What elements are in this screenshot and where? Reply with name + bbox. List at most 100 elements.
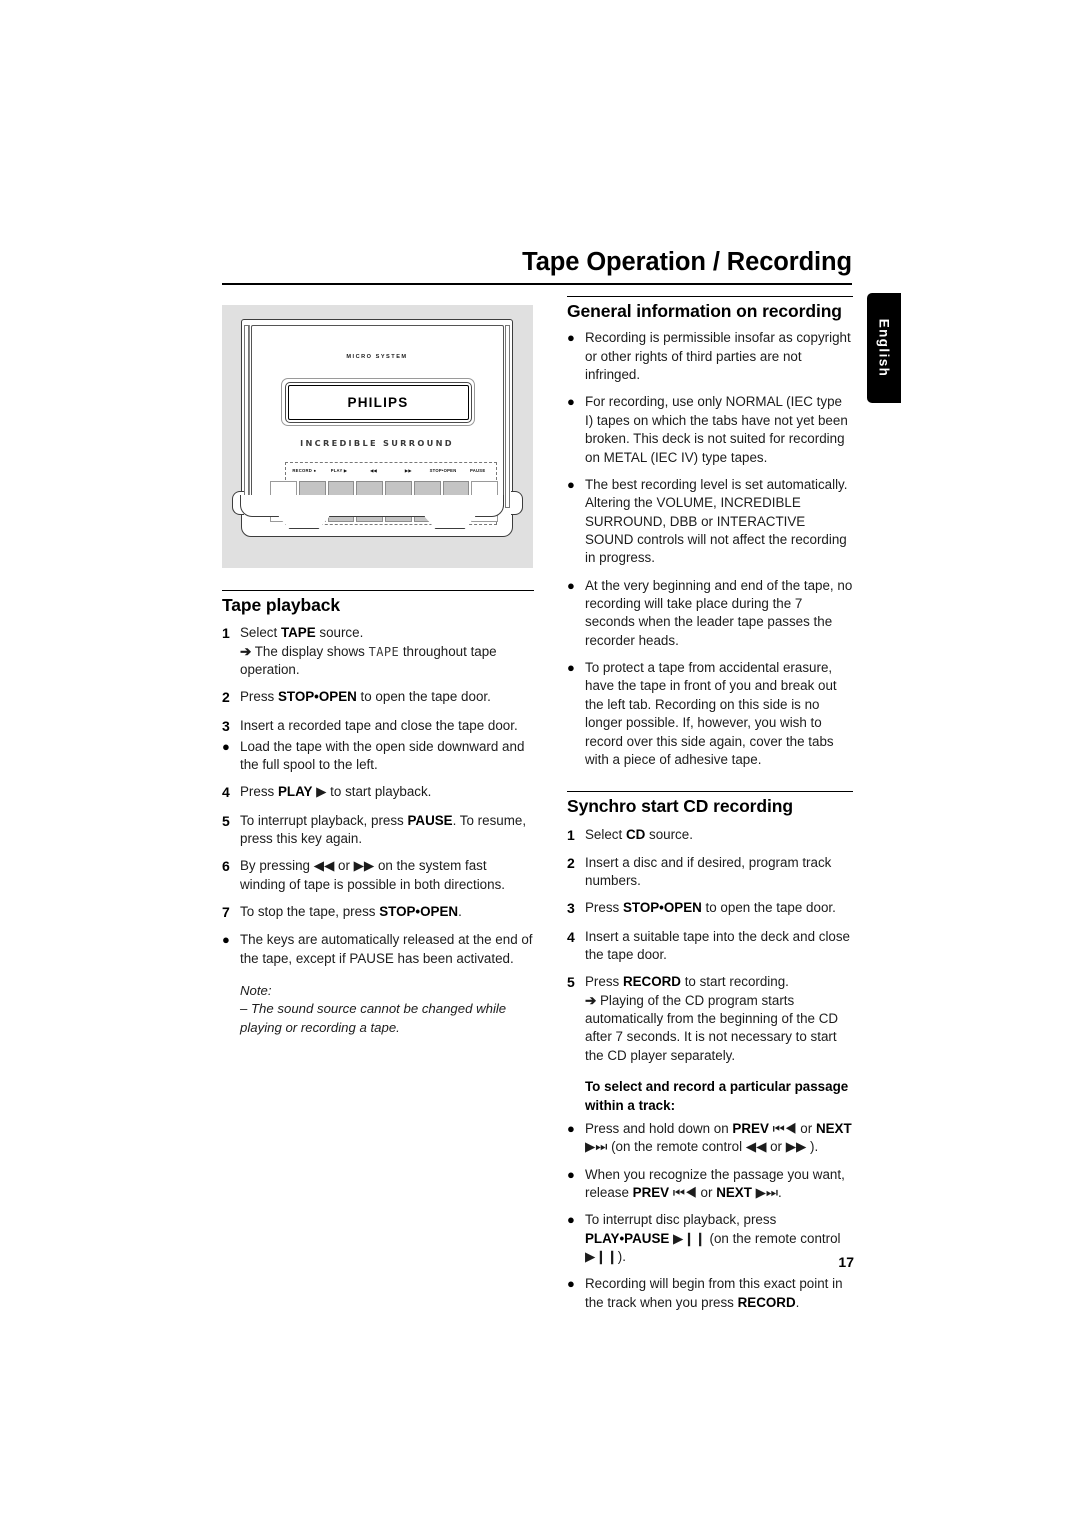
bullet-marker: ● bbox=[567, 1166, 575, 1182]
arrow-icon: ➔ bbox=[240, 643, 252, 659]
step-number: 2 bbox=[567, 854, 575, 871]
arrow-icon: ➔ bbox=[585, 992, 597, 1008]
list-item-text: Load the tape with the open side downwar… bbox=[240, 738, 534, 775]
display-screen: PHILIPS bbox=[287, 384, 469, 420]
result-text: Playing of the CD program starts automat… bbox=[585, 992, 839, 1063]
list-item-text: Insert a recorded tape and close the tap… bbox=[240, 717, 534, 736]
plain-text: Press bbox=[585, 900, 623, 916]
emphasis-text: STOP•OPEN bbox=[277, 689, 357, 705]
section-divider bbox=[567, 791, 853, 793]
emphasis-text: PREV bbox=[632, 1184, 670, 1200]
list-item: 1 Select CD source. bbox=[567, 826, 853, 845]
button-label-pause: PAUSE bbox=[470, 468, 486, 473]
bullet-marker: ● bbox=[567, 577, 575, 593]
list-item: ● Recording is permissible insofar as cop… bbox=[567, 329, 853, 384]
left-column: MICRO SYSTEM PHILIPS INCREDIBLE SURROUND… bbox=[222, 300, 534, 1037]
list-item-text: Insert a disc and if desired, program tr… bbox=[585, 854, 853, 891]
page-number: 17 bbox=[838, 1254, 854, 1270]
step-number: 2 bbox=[222, 689, 230, 706]
list-item-text: By pressing ◀◀ or ▶▶ on the system fast … bbox=[240, 857, 534, 894]
emphasis-text: NEXT bbox=[716, 1184, 752, 1200]
list-item: ● When you recognize the passage you want… bbox=[567, 1166, 853, 1203]
plain-text: ⏮◀ or bbox=[768, 1120, 816, 1136]
plain-text: to open the tape door. bbox=[701, 900, 836, 916]
plain-text: . bbox=[458, 904, 462, 920]
plain-text: The best recording level is set automati… bbox=[585, 476, 848, 566]
list-item: 1 Select TAPE source. ➔ The display shows … bbox=[222, 624, 534, 679]
list-item-text: Press and hold down on PREV ⏮◀ or NEXT ▶… bbox=[585, 1120, 853, 1157]
section-tape-playback: Tape playback 1 Select TAPE source. ➔ The … bbox=[222, 590, 534, 1037]
language-tab: English bbox=[867, 293, 901, 403]
emphasis-text: PREV bbox=[732, 1120, 769, 1136]
list-item: 4 Press PLAY ▶ to start playback. bbox=[222, 783, 534, 802]
result-line: ➔ The display shows TAPE throughout tape… bbox=[240, 643, 534, 680]
plain-text: Recording is permissible insofar as copy… bbox=[585, 330, 851, 383]
result-line: ➔ Playing of the CD program starts autom… bbox=[585, 992, 853, 1065]
list-item: ● For recording, use only NORMAL (IEC typ… bbox=[567, 393, 853, 466]
step-number: 5 bbox=[222, 812, 230, 829]
step-number: 4 bbox=[567, 928, 575, 945]
button-label-rewind: ◀◀ bbox=[370, 468, 378, 473]
note-text: – The sound source cannot be changed whi… bbox=[240, 1001, 507, 1035]
list-item: ● The best recording level is set automat… bbox=[567, 476, 853, 568]
list-item: ● The keys are automatically released at … bbox=[222, 931, 534, 968]
list-item: 4 Insert a suitable tape into the deck an… bbox=[567, 928, 853, 965]
emphasis-text: CD bbox=[625, 826, 646, 842]
section-general-information: General information on recording ● Record… bbox=[567, 296, 853, 769]
section-synchro-recording: Synchro start CD recording 1 Select CD so… bbox=[567, 791, 853, 1312]
emphasis-text: PAUSE bbox=[407, 812, 453, 828]
plain-text: To stop the tape, press bbox=[240, 904, 380, 920]
step-number: 4 bbox=[222, 784, 230, 801]
emphasis-text: STOP•OPEN bbox=[622, 900, 702, 916]
brand-logo: PHILIPS bbox=[347, 394, 409, 410]
list-item-text: Press STOP•OPEN to open the tape door. bbox=[240, 688, 534, 707]
list-item-text: For recording, use only NORMAL (IEC type… bbox=[585, 393, 853, 466]
button-label-stop-open: STOP•OPEN bbox=[429, 468, 457, 473]
section-divider bbox=[222, 590, 534, 591]
list-item-text: To protect a tape from accidental erasur… bbox=[585, 659, 853, 769]
list-item: 5 To interrupt playback, press PAUSE. To … bbox=[222, 812, 534, 849]
step-number: 3 bbox=[222, 717, 230, 734]
title-divider bbox=[222, 283, 852, 286]
right-column: General information on recording ● Record… bbox=[567, 296, 853, 1321]
step-number: 1 bbox=[222, 625, 230, 642]
plain-text: Load the tape with the open side downwar… bbox=[240, 738, 525, 773]
synchro-steps: 1 Select CD source. 2 Insert a disc and if … bbox=[567, 826, 853, 1066]
unit-base-body bbox=[240, 495, 504, 517]
emphasis-text: RECORD bbox=[622, 974, 681, 990]
bullet-marker: ● bbox=[567, 330, 575, 346]
list-item: ● Recording will begin from this exact po… bbox=[567, 1275, 853, 1312]
section-heading-tape-playback: Tape playback bbox=[222, 595, 341, 615]
general-info-bullets: ● Recording is permissible insofar as cop… bbox=[567, 329, 853, 769]
plain-text: Press bbox=[240, 689, 278, 705]
unit-base bbox=[232, 491, 523, 529]
emphasis-text: TAPE bbox=[280, 625, 316, 641]
bullet-marker: ● bbox=[222, 932, 230, 948]
plain-text: source. bbox=[645, 826, 693, 842]
list-item: 5 Press RECORD to start recording. ➔ Playi… bbox=[567, 973, 853, 1065]
list-item: ● Press and hold down on PREV ⏮◀ or NEXT … bbox=[567, 1120, 853, 1157]
list-item: 3 Insert a recorded tape and close the ta… bbox=[222, 717, 534, 736]
plain-text: Insert a suitable tape into the deck and… bbox=[585, 928, 851, 963]
incredible-surround-label: INCREDIBLE SURROUND bbox=[300, 438, 454, 448]
emphasis-text: NEXT bbox=[815, 1120, 852, 1136]
emphasis-text: PLAY bbox=[277, 784, 313, 800]
list-item-text: To interrupt playback, press PAUSE. To r… bbox=[240, 812, 534, 849]
emphasis-text: PLAY•PAUSE bbox=[585, 1230, 670, 1246]
list-item-text: Recording will begin from this exact poi… bbox=[585, 1275, 853, 1312]
list-item-text: Select TAPE source. ➔ The display shows T… bbox=[240, 624, 534, 679]
unit-base-right-ear bbox=[511, 491, 523, 515]
page-title: Tape Operation / Recording bbox=[522, 248, 852, 276]
button-label-record: RECORD ● bbox=[292, 468, 317, 473]
plain-text: ▶ to start playback. bbox=[312, 784, 432, 800]
section-heading-synchro: Synchro start CD recording bbox=[567, 796, 793, 817]
tape-playback-steps: 1 Select TAPE source. ➔ The display shows … bbox=[222, 624, 534, 968]
plain-text: To protect a tape from accidental erasur… bbox=[585, 660, 837, 767]
plain-text: To interrupt playback, press bbox=[240, 812, 408, 828]
button-label-play: PLAY ▶ bbox=[330, 468, 348, 473]
step-number: 5 bbox=[567, 974, 575, 991]
list-item-text: To stop the tape, press STOP•OPEN. bbox=[240, 903, 534, 922]
plain-text: By pressing ◀◀ or ▶▶ on the system fast … bbox=[240, 858, 505, 892]
note-block: Note: – The sound source cannot be chang… bbox=[240, 982, 534, 1037]
plain-text: Press and hold down on bbox=[585, 1120, 733, 1136]
